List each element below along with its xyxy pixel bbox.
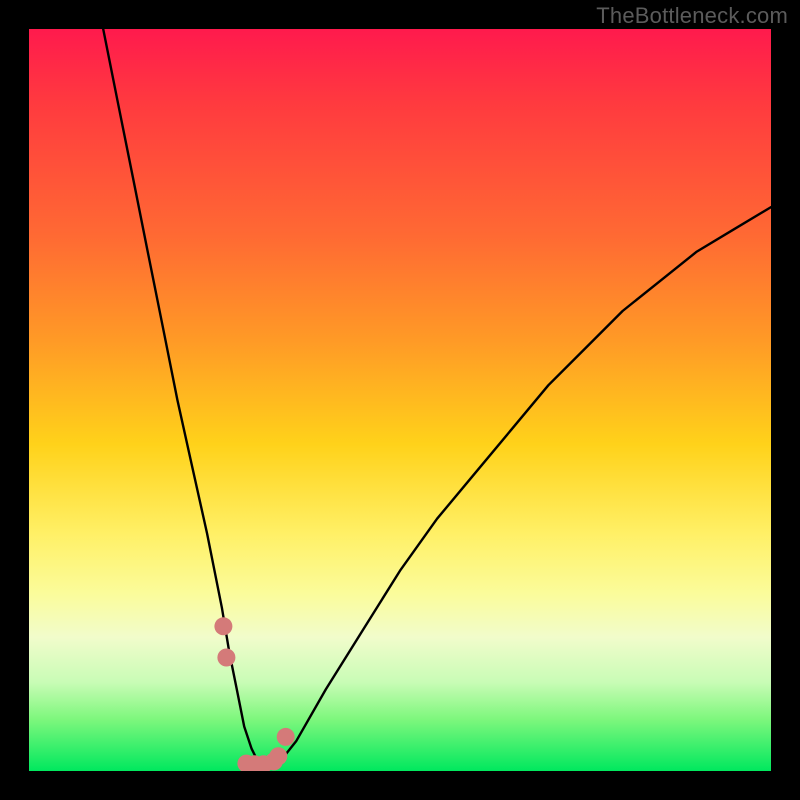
chart-svg bbox=[29, 29, 771, 771]
watermark-label: TheBottleneck.com bbox=[596, 3, 788, 29]
highlight-dot bbox=[277, 728, 295, 746]
highlight-dot bbox=[217, 649, 235, 667]
plot-area bbox=[29, 29, 771, 771]
highlight-dot bbox=[269, 747, 287, 765]
bottleneck-curve bbox=[103, 29, 771, 769]
highlight-dot bbox=[214, 617, 232, 635]
app-frame: TheBottleneck.com bbox=[0, 0, 800, 800]
